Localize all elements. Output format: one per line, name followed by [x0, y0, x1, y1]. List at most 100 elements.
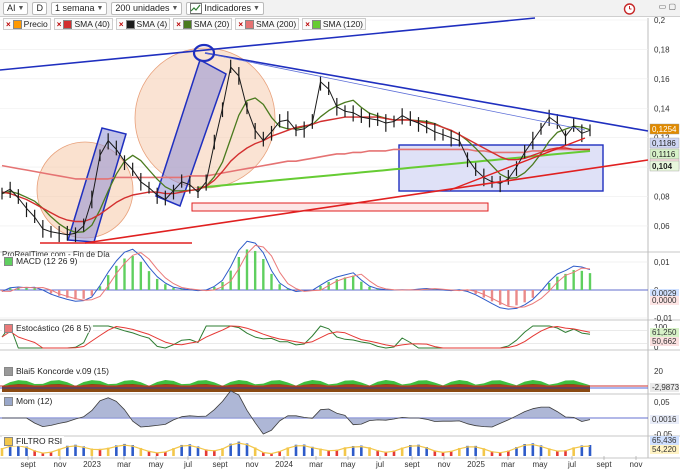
period-label: 1 semana [54, 3, 95, 13]
close-icon[interactable]: × [57, 20, 62, 29]
x-tick-label: jul [567, 460, 576, 469]
mom-tick-label: 0,05 [654, 398, 670, 407]
konc-panel-title[interactable]: Blai5 Koncorde v.09 (15) [2, 366, 111, 376]
x-tick-label: nov [246, 460, 259, 469]
legend-label: SMA (20) [193, 19, 230, 29]
mode-label: D [36, 3, 43, 13]
x-tick-label: sept [404, 460, 420, 469]
last-value-label: 0,1116 [652, 150, 676, 159]
macd-tick-label: 0,01 [654, 258, 670, 267]
macd-panel-title[interactable]: MACD (12 26 9) [2, 256, 80, 266]
legend-item[interactable]: × SMA (120) [302, 18, 367, 30]
price-tick-label: 0,2 [654, 16, 666, 25]
legend-swatch [125, 19, 135, 29]
legend-item[interactable]: × SMA (40) [53, 18, 113, 30]
chevron-down-icon: ▼ [171, 4, 179, 12]
close-icon[interactable]: × [6, 20, 11, 29]
toolbar: AI ▼ D 1 semana ▼ 200 unidades ▼ Indicadore… [0, 0, 680, 17]
legend-swatch [63, 19, 73, 29]
legend-swatch [182, 19, 192, 29]
legend-item[interactable]: × SMA (200) [235, 18, 300, 30]
stoch-panel-title[interactable]: Estocástico (26 8 5) [2, 323, 94, 333]
price-tick-label: 0,08 [654, 193, 670, 202]
units-label: 200 unidades [115, 3, 170, 13]
close-icon[interactable]: × [238, 20, 243, 29]
x-tick-label: sept [20, 460, 36, 469]
stoch-swatch [4, 323, 13, 333]
price-tick-label: 0,14 [654, 104, 670, 113]
macd-tick-label: -0,01 [654, 314, 673, 323]
rsi-value-label: 65,436 [652, 436, 677, 445]
macd-value-label: 0,0000 [652, 296, 677, 305]
rsi-swatch [4, 436, 13, 446]
price-tick-label: 0,16 [654, 75, 670, 84]
legend-swatch [245, 19, 255, 29]
mom-panel-title[interactable]: Mom (12) [2, 396, 55, 406]
x-tick-label: sept [596, 460, 612, 469]
last-value-label: 0,1186 [652, 139, 676, 148]
x-tick-label: jul [375, 460, 384, 469]
x-tick-label: may [340, 460, 355, 469]
macd-swatch [4, 256, 13, 266]
units-selector[interactable]: 200 unidades ▼ [111, 1, 183, 15]
chevron-down-icon: ▼ [252, 4, 260, 12]
x-tick-label: sept [212, 460, 228, 469]
last-value-tag: 0,1186 [649, 137, 680, 149]
x-tick-label: 2023 [83, 460, 101, 469]
symbol-selector[interactable]: AI ▼ [3, 1, 29, 15]
stoch-value-label: 50,662 [652, 337, 677, 346]
x-tick-label: mar [501, 460, 515, 469]
symbol-label: AI [7, 3, 16, 13]
x-tick-label: nov [438, 460, 451, 469]
rsi-value-label: 54,220 [652, 445, 677, 454]
legend-swatch [311, 19, 321, 29]
last-value-tag: 0,104 [649, 160, 680, 172]
x-tick-label: may [148, 460, 163, 469]
price-tick-label: 0,06 [654, 222, 670, 231]
window-controls[interactable]: ▭ ▢ [638, 2, 676, 15]
konc-swatch [4, 366, 13, 376]
last-value-label: 0,104 [652, 162, 673, 171]
legend-label: Precio [23, 19, 48, 29]
legend-item[interactable]: × SMA (20) [173, 18, 233, 30]
close-icon[interactable]: × [176, 20, 181, 29]
close-icon[interactable]: × [305, 20, 310, 29]
konc-value-label: -2,9873 [652, 383, 680, 392]
x-tick-label: mar [309, 460, 323, 469]
indicators-label: Indicadores [204, 3, 251, 13]
legend-item[interactable]: × Precio [3, 18, 51, 30]
x-tick-label: jul [183, 460, 192, 469]
legend-item[interactable]: × SMA (4) [115, 18, 171, 30]
support-zone [191, 202, 489, 212]
mom-value-label: 0,0016 [652, 415, 677, 424]
x-tick-label: 2024 [275, 460, 293, 469]
chart-area[interactable]: 0,20,180,160,140,120,10,080,06septnov202… [0, 0, 680, 471]
period-selector[interactable]: 1 semana ▼ [50, 1, 108, 15]
rsi-panel-title[interactable]: FILTRO RSI [2, 436, 65, 446]
indicators-icon [190, 2, 203, 14]
mom-swatch [4, 396, 13, 406]
konc-tick-label: 20 [654, 367, 663, 376]
mom-area [2, 390, 590, 434]
x-tick-label: mar [117, 460, 131, 469]
macd-title-text: MACD (12 26 9) [16, 256, 78, 266]
close-icon[interactable]: × [119, 20, 124, 29]
price-tick-label: 0,18 [654, 45, 670, 54]
stoch-value-label: 61,250 [652, 328, 677, 337]
konc-title-text: Blai5 Koncorde v.09 (15) [16, 366, 109, 376]
legend-label: SMA (4) [136, 19, 168, 29]
mode-button[interactable]: D [32, 1, 47, 15]
chevron-down-icon: ▼ [17, 4, 25, 12]
x-tick-label: nov [54, 460, 67, 469]
rsi-title-text: FILTRO RSI [16, 436, 63, 446]
last-value-tag: 0,1254 [649, 123, 680, 135]
x-tick-label: nov [630, 460, 643, 469]
stoch-title-text: Estocástico (26 8 5) [16, 323, 92, 333]
last-value-label: 0,1254 [652, 125, 677, 134]
mom-title-text: Mom (12) [16, 396, 53, 406]
alarm-clock-icon[interactable] [623, 2, 636, 15]
x-tick-label: 2025 [467, 460, 485, 469]
indicators-button[interactable]: Indicadores ▼ [186, 1, 264, 15]
x-tick-label: may [532, 460, 547, 469]
legend-label: SMA (40) [74, 19, 110, 29]
